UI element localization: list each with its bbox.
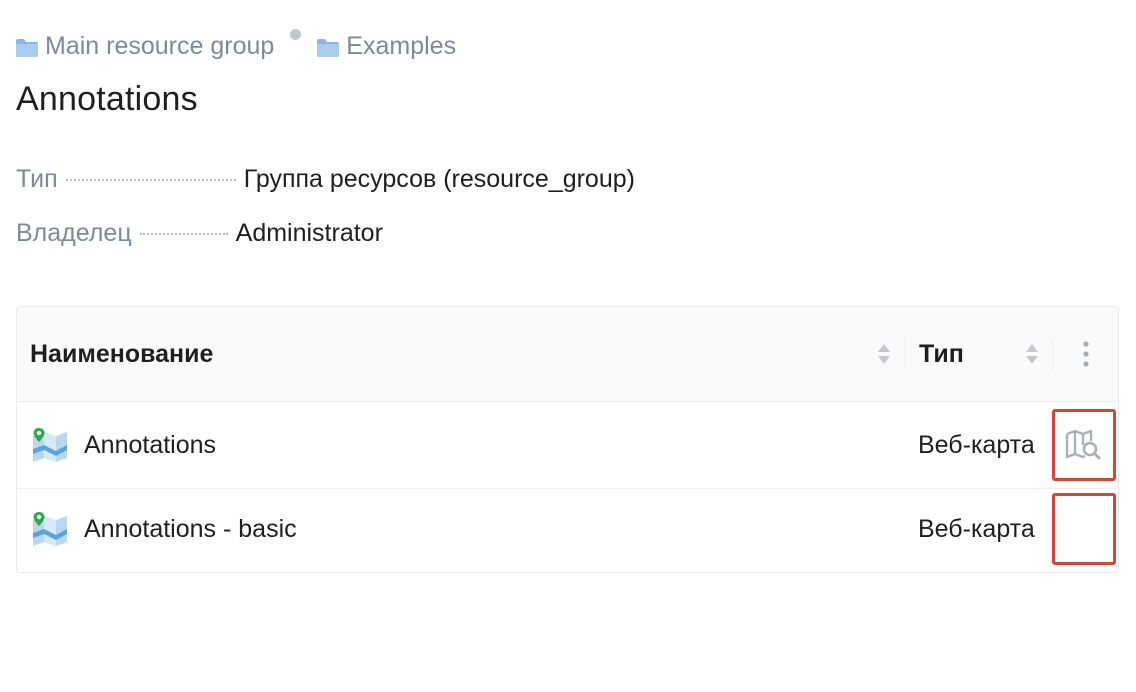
breadcrumb-label: Examples <box>346 31 457 60</box>
column-divider <box>905 338 906 370</box>
cell-type: Веб-карта <box>918 514 1035 543</box>
folder-icon <box>317 39 340 57</box>
breadcrumb: Main resource group Examples <box>16 28 456 62</box>
folder-icon <box>16 39 38 57</box>
property-key: Владелец <box>16 219 132 247</box>
open-webmap-button[interactable] <box>1052 409 1116 481</box>
webmap-icon <box>33 512 67 546</box>
column-header-label: Наименование <box>30 339 214 368</box>
breadcrumb-item-main-resource-group[interactable]: Main resource group <box>16 32 274 61</box>
more-vertical-icon <box>1083 341 1089 367</box>
cell-type: Веб-карта <box>918 430 1035 459</box>
children-table: Наименование Тип Annotations Веб-карта A… <box>16 306 1119 573</box>
cell-name: Annotations - basic <box>30 489 297 569</box>
column-header-label: Тип <box>919 339 964 368</box>
table-row[interactable]: Annotations Веб-карта <box>17 402 1118 489</box>
property-value: Administrator <box>235 219 383 247</box>
row-action-placeholder[interactable] <box>1052 493 1116 565</box>
sort-icon[interactable] <box>1025 343 1039 365</box>
table-row[interactable]: Annotations - basic Веб-карта <box>17 489 1118 569</box>
breadcrumb-separator <box>290 28 302 40</box>
table-header: Наименование Тип <box>17 307 1118 402</box>
leader-dots <box>65 179 236 181</box>
column-header-type[interactable]: Тип <box>919 307 1053 401</box>
map-search-icon <box>1065 429 1101 460</box>
property-key: Тип <box>16 165 58 193</box>
webmap-icon <box>33 428 67 462</box>
resource-name[interactable]: Annotations <box>84 431 216 460</box>
resource-properties: Тип Группа ресурсов (resource_group) Вла… <box>16 165 716 273</box>
sort-icon[interactable] <box>877 343 891 365</box>
cell-name: Annotations <box>30 402 216 488</box>
breadcrumb-label: Main resource group <box>45 31 275 60</box>
property-row-type: Тип Группа ресурсов (resource_group) <box>16 165 716 219</box>
property-row-owner: Владелец Administrator <box>16 219 716 273</box>
property-value: Группа ресурсов (resource_group) <box>243 165 635 193</box>
column-header-name[interactable]: Наименование <box>30 307 905 401</box>
leader-dots <box>139 233 228 235</box>
resource-name[interactable]: Annotations - basic <box>84 515 297 544</box>
breadcrumb-item-examples[interactable]: Examples <box>317 32 456 61</box>
column-menu-button[interactable] <box>1053 307 1118 401</box>
page-title: Annotations <box>16 80 198 118</box>
